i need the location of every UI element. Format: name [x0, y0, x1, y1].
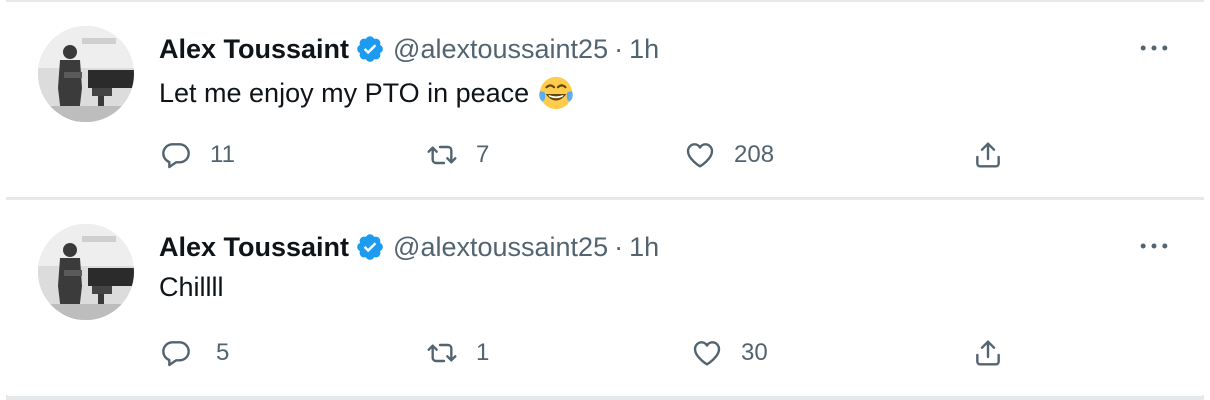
- like-icon: [693, 341, 721, 366]
- avatar-photo: [38, 224, 134, 320]
- tweet-header: Alex Toussaint @alextoussaint25 · 1h: [159, 30, 659, 68]
- reply-count: 11: [210, 141, 235, 168]
- tweet-text: Let me enjoy my PTO in peace: [159, 74, 575, 112]
- display-name[interactable]: Alex Toussaint: [159, 34, 349, 65]
- tweet-actions: 5 1 30: [6, 333, 1204, 373]
- handle[interactable]: @alextoussaint25: [393, 232, 608, 263]
- reply-button[interactable]: 5: [160, 333, 229, 373]
- separator-dot: ·: [614, 33, 624, 64]
- share-button[interactable]: [972, 333, 1004, 373]
- retweet-icon: [427, 145, 457, 165]
- share-icon: [976, 142, 1000, 168]
- separator-dot: ·: [614, 231, 624, 262]
- tweet-text-content: Chillll: [159, 272, 224, 302]
- reply-button[interactable]: 11: [160, 135, 235, 175]
- like-count: 208: [734, 141, 775, 168]
- tweet-actions: 11 7 208: [6, 135, 1204, 175]
- more-icon[interactable]: [1136, 234, 1172, 258]
- share-icon: [976, 340, 1000, 366]
- retweet-icon: [427, 343, 457, 363]
- reply-count: 5: [216, 339, 230, 366]
- retweet-count: 1: [476, 339, 490, 366]
- tweet[interactable]: Alex Toussaint @alextoussaint25 · 1h Let…: [6, 2, 1204, 197]
- border-bottom: [6, 396, 1204, 400]
- timestamp[interactable]: 1h: [629, 34, 659, 65]
- like-icon: [686, 143, 714, 168]
- retweet-button[interactable]: 7: [426, 135, 489, 175]
- avatar-photo: [38, 26, 134, 122]
- tweet-header: Alex Toussaint @alextoussaint25 · 1h: [159, 228, 659, 266]
- reply-icon: [162, 143, 190, 169]
- tweet[interactable]: Alex Toussaint @alextoussaint25 · 1h Chi…: [6, 200, 1204, 395]
- tweet-text-content: Let me enjoy my PTO in peace: [159, 77, 530, 108]
- retweet-button[interactable]: 1: [426, 333, 489, 373]
- verified-badge-icon: [355, 232, 385, 262]
- like-button[interactable]: 30: [691, 333, 768, 373]
- like-count: 30: [741, 339, 768, 366]
- verified-badge-icon: [355, 34, 385, 64]
- retweet-count: 7: [476, 141, 490, 168]
- reply-icon: [162, 341, 190, 367]
- timestamp[interactable]: 1h: [629, 232, 659, 263]
- avatar[interactable]: [38, 26, 134, 122]
- share-button[interactable]: [972, 135, 1004, 175]
- more-icon[interactable]: [1136, 36, 1172, 60]
- display-name[interactable]: Alex Toussaint: [159, 232, 349, 263]
- tweet-text: Chillll: [159, 272, 224, 303]
- avatar[interactable]: [38, 224, 134, 320]
- like-button[interactable]: 208: [684, 135, 774, 175]
- face-with-tears-of-joy-icon: [537, 74, 575, 112]
- handle[interactable]: @alextoussaint25: [393, 34, 608, 65]
